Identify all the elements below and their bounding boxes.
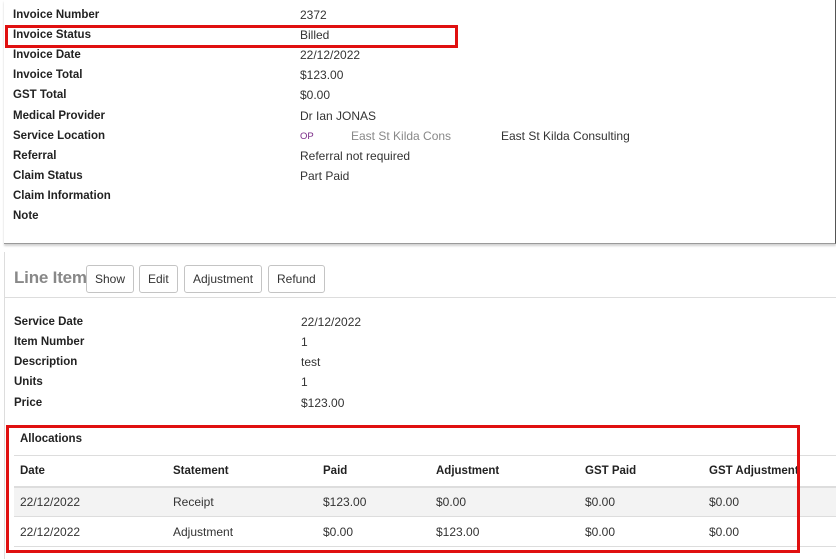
field-value: $0.00 (300, 88, 331, 102)
table-row: 22/12/2022 Receipt $123.00 $0.00 $0.00 $… (14, 486, 836, 517)
field-label: Referral (13, 150, 57, 162)
invoice-status-row: Invoice Status Billed (13, 26, 813, 44)
invoice-details-panel: Invoice Number 2372 Invoice Status Bille… (4, 0, 836, 244)
column-header-paid: Paid (317, 455, 430, 488)
medical-provider-row: Medical Provider Dr Ian JONAS (13, 107, 813, 125)
column-header-gst-paid: GST Paid (579, 455, 703, 488)
field-label: Description (14, 356, 78, 368)
allocations-table: Date Statement Paid Adjustment GST Paid … (14, 455, 836, 547)
line-item-header: Line Item Show Edit Adjustment Refund (5, 252, 836, 298)
field-label: Item Number (14, 336, 85, 348)
field-value: Referral not required (300, 149, 411, 163)
cell-paid: $123.00 (317, 486, 430, 517)
field-label: Invoice Number (13, 9, 100, 21)
cell-adjustment: $0.00 (430, 486, 579, 517)
item-number-row: Item Number 1 (14, 333, 814, 351)
referral-row: Referral Referral not required (13, 147, 813, 165)
invoice-date-row: Invoice Date 22/12/2022 (13, 46, 813, 64)
allocations-title: Allocations (20, 433, 82, 445)
claim-information-row: Claim Information (13, 187, 813, 205)
cell-date: 22/12/2022 (14, 486, 167, 517)
field-value: 22/12/2022 (301, 315, 362, 329)
field-label: Invoice Status (13, 29, 91, 41)
field-value: $123.00 (301, 396, 345, 410)
column-header-statement: Statement (167, 455, 317, 488)
field-label: Price (14, 397, 43, 409)
field-label: Claim Information (13, 190, 111, 202)
field-value: Billed (300, 28, 330, 42)
location-badge: OP (300, 131, 314, 142)
units-row: Units 1 (14, 373, 814, 391)
refund-button[interactable]: Refund (268, 265, 325, 293)
price-row: Price $123.00 (14, 394, 814, 412)
service-location-row: Service Location OP East St Kilda Cons E… (13, 127, 813, 145)
field-value: Dr Ian JONAS (300, 109, 377, 123)
service-date-row: Service Date 22/12/2022 (14, 313, 814, 331)
column-header-adjustment: Adjustment (430, 455, 579, 488)
cell-paid: $0.00 (317, 516, 430, 547)
cell-statement-link[interactable]: Receipt (167, 486, 317, 517)
cell-date: 22/12/2022 (14, 516, 167, 547)
field-value: test (301, 355, 321, 369)
cell-gst-paid: $0.00 (579, 486, 703, 517)
field-label: Units (14, 376, 43, 388)
field-value: Part Paid (300, 169, 350, 183)
cell-gst-adjustment: $0.00 (703, 486, 836, 517)
table-row: 22/12/2022 Adjustment $0.00 $123.00 $0.0… (14, 516, 836, 547)
show-button[interactable]: Show (86, 265, 135, 293)
line-item-panel: Line Item Show Edit Adjustment Refund Se… (4, 252, 836, 559)
line-item-title: Line Item (14, 268, 87, 287)
field-value: 1 (301, 375, 308, 389)
field-label: Medical Provider (13, 110, 106, 122)
field-value: $123.00 (300, 68, 344, 82)
claim-status-row: Claim Status Part Paid (13, 167, 813, 185)
description-row: Description test (14, 353, 814, 371)
cell-gst-paid: $0.00 (579, 516, 703, 547)
field-label: Service Date (14, 316, 84, 328)
field-label: Note (13, 210, 39, 222)
cell-statement-link[interactable]: Adjustment (167, 516, 317, 547)
field-value: 1 (301, 335, 308, 349)
adjustment-button[interactable]: Adjustment (184, 265, 263, 293)
field-label: Invoice Total (13, 69, 83, 81)
gst-total-row: GST Total $0.00 (13, 86, 813, 104)
location-code: East St Kilda Cons (351, 129, 452, 143)
cell-gst-adjustment: $0.00 (703, 516, 836, 547)
edit-button[interactable]: Edit (139, 265, 178, 293)
table-header-row: Date Statement Paid Adjustment GST Paid … (14, 455, 836, 488)
column-header-date: Date (14, 455, 167, 488)
field-label: Claim Status (13, 170, 83, 182)
field-value: 22/12/2022 (300, 48, 361, 62)
field-value: 2372 (300, 8, 327, 22)
invoice-total-row: Invoice Total $123.00 (13, 66, 813, 84)
column-header-gst-adjustment: GST Adjustment (703, 455, 836, 488)
note-row: Note (13, 207, 813, 225)
field-label: GST Total (13, 89, 67, 101)
field-label: Service Location (13, 130, 106, 142)
field-label: Invoice Date (13, 49, 81, 61)
invoice-number-row: Invoice Number 2372 (13, 6, 813, 24)
cell-adjustment: $123.00 (430, 516, 579, 547)
location-name: East St Kilda Consulting (501, 129, 630, 143)
